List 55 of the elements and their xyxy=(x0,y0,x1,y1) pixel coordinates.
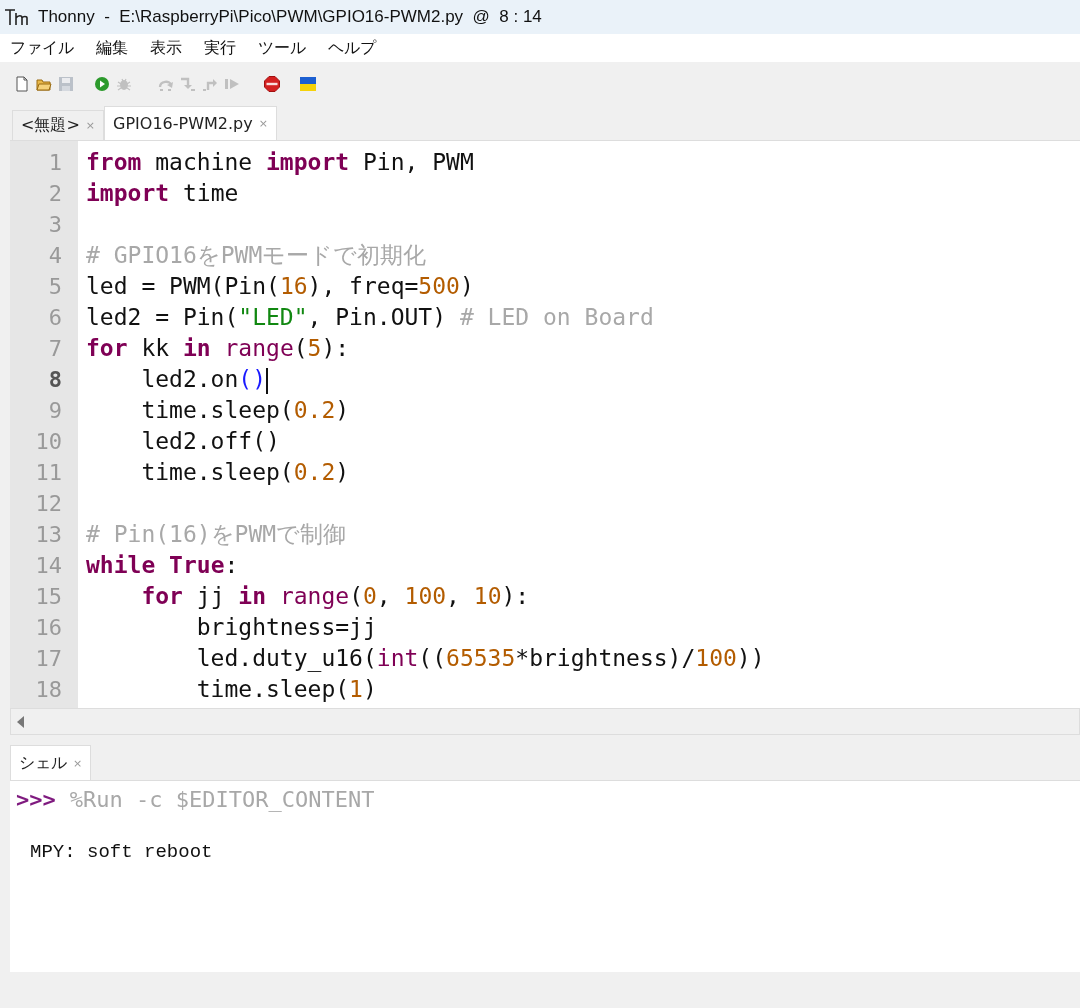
code-line: time.sleep(0.2) xyxy=(140,396,351,425)
code-line: time.sleep(1) xyxy=(195,675,378,704)
shell-tab[interactable]: シェル × xyxy=(10,745,92,780)
flag-icon[interactable] xyxy=(300,75,316,92)
shell-output: MPY: soft reboot xyxy=(30,841,214,863)
code-line: led2 = Pin("LED", Pin.OUT) # LED on Board xyxy=(86,303,655,332)
code-line: import time xyxy=(86,179,240,208)
line-number: 18 xyxy=(34,676,63,704)
app-logo-icon xyxy=(4,7,28,27)
code-line: for kk in range(5): xyxy=(86,334,351,363)
editor-tab[interactable]: GPIO16-PWM2.py × xyxy=(104,106,277,140)
code-line: for jj in range(0, 100, 10): xyxy=(140,582,531,611)
line-number: 9 xyxy=(47,397,63,425)
line-number: 5 xyxy=(47,273,63,301)
shell-command: %Run -c $EDITOR_CONTENT xyxy=(69,786,375,812)
shell-prompt: >>> xyxy=(16,786,56,812)
stop-sign-icon[interactable] xyxy=(264,75,280,92)
menu-item[interactable]: ツール xyxy=(258,37,306,59)
line-number: 13 xyxy=(34,521,63,549)
menu-item[interactable]: 表示 xyxy=(150,37,182,59)
horizontal-scrollbar[interactable] xyxy=(10,708,1080,735)
code-line: from machine import Pin, PWM xyxy=(86,148,475,177)
code-line: time.sleep(0.2) xyxy=(140,458,351,487)
line-number: 15 xyxy=(34,583,63,611)
line-number: 3 xyxy=(47,211,63,239)
line-number: 2 xyxy=(47,180,63,208)
menu-item[interactable]: 実行 xyxy=(204,37,236,59)
line-number: 8 xyxy=(47,366,63,394)
code-line: # Pin(16)をPWMで制御 xyxy=(86,520,348,549)
code-line: brightness=jj xyxy=(195,613,378,642)
code-line: while True: xyxy=(86,551,240,580)
line-number: 16 xyxy=(34,614,63,642)
code-line: # GPIO16をPWMモードで初期化 xyxy=(86,241,428,270)
menu-item[interactable]: 編集 xyxy=(96,37,128,59)
editor-tab[interactable]: <無題> × xyxy=(12,110,105,140)
line-number: 6 xyxy=(47,304,63,332)
line-number: 4 xyxy=(47,242,63,270)
document-icon[interactable] xyxy=(14,75,30,92)
line-number: 12 xyxy=(34,490,63,518)
shell-panel[interactable]: >>> %Run -c $EDITOR_CONTENT MPY: soft reboot xyxy=(10,780,1080,972)
line-number: 7 xyxy=(47,335,63,363)
scroll-left-icon[interactable] xyxy=(17,715,25,728)
menu-item[interactable]: ファイル xyxy=(10,37,74,59)
line-number: 1 xyxy=(47,149,63,177)
line-number: 17 xyxy=(34,645,63,673)
code-line: led2.on() xyxy=(140,365,270,395)
line-number: 11 xyxy=(34,459,63,487)
window-title: Thonny - E:\RaspberryPi\Pico\PWM\GPIO16-PWM2.py @ 8 : 14 xyxy=(38,7,542,27)
play-icon[interactable] xyxy=(94,75,110,92)
code-line: led = PWM(Pin(16), freq=500) xyxy=(86,272,475,301)
code-line: led.duty_u16(int((65535*brightness)/100)) xyxy=(195,644,766,674)
code-line: led2.off() xyxy=(140,427,281,456)
menu-item[interactable]: ヘルプ xyxy=(328,37,376,59)
line-number: 14 xyxy=(34,552,63,580)
line-number: 10 xyxy=(34,428,63,456)
